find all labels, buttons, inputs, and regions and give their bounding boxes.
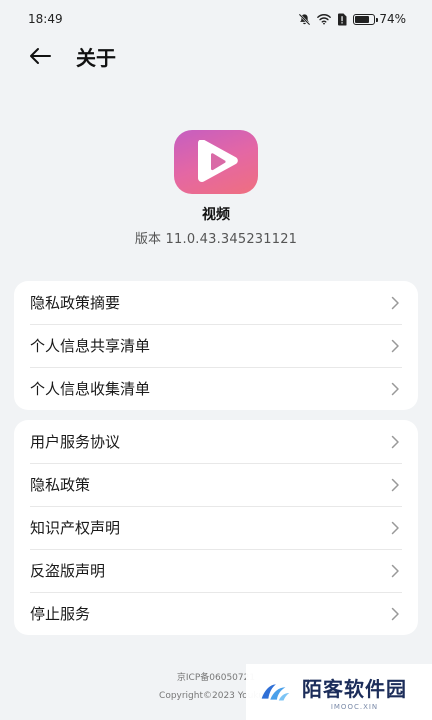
status-bar: 18:49 74% bbox=[0, 0, 432, 38]
chevron-right-icon bbox=[391, 435, 399, 448]
row-label: 用户服务协议 bbox=[30, 433, 121, 451]
chevron-right-icon bbox=[391, 478, 399, 491]
info-card: 隐私政策摘要 个人信息共享清单 个人信息收集清单 bbox=[14, 281, 418, 410]
row-info-sharing-list[interactable]: 个人信息共享清单 bbox=[14, 324, 418, 367]
row-label: 知识产权声明 bbox=[30, 519, 121, 537]
watermark-subtitle: IMOOC.XIN bbox=[330, 703, 379, 711]
battery-fill bbox=[355, 15, 369, 23]
mute-bell-icon bbox=[298, 13, 311, 25]
chevron-right-icon bbox=[391, 382, 399, 395]
app-name: 视频 bbox=[202, 207, 230, 223]
watermark: 陌客软件园 IMOOC.XIN bbox=[246, 664, 432, 720]
row-label: 隐私政策摘要 bbox=[30, 294, 121, 312]
watermark-text: 陌客软件园 IMOOC.XIN bbox=[302, 673, 407, 711]
back-button[interactable] bbox=[28, 42, 56, 70]
chevron-right-icon bbox=[391, 564, 399, 577]
battery-icon bbox=[353, 13, 379, 25]
chevron-right-icon bbox=[391, 296, 399, 309]
row-anti-piracy[interactable]: 反盗版声明 bbox=[14, 549, 418, 592]
battery-percent: 74% bbox=[379, 12, 406, 26]
row-stop-service[interactable]: 停止服务 bbox=[14, 592, 418, 635]
status-time: 18:49 bbox=[28, 12, 63, 26]
wifi-icon bbox=[317, 14, 332, 25]
row-label: 隐私政策 bbox=[30, 476, 91, 494]
sim-alert-icon bbox=[338, 13, 347, 25]
status-icons: 74% bbox=[298, 12, 406, 26]
title-bar: 关于 bbox=[0, 38, 432, 74]
row-label: 个人信息共享清单 bbox=[30, 337, 151, 355]
row-info-collection-list[interactable]: 个人信息收集清单 bbox=[14, 367, 418, 410]
play-icon bbox=[198, 140, 238, 183]
row-privacy-summary[interactable]: 隐私政策摘要 bbox=[14, 281, 418, 324]
battery-indicator: 74% bbox=[353, 12, 406, 26]
arrow-left-icon[interactable] bbox=[28, 47, 52, 65]
chevron-right-icon bbox=[391, 521, 399, 534]
row-label: 个人信息收集清单 bbox=[30, 380, 151, 398]
row-label: 反盗版声明 bbox=[30, 562, 106, 580]
row-privacy-policy[interactable]: 隐私政策 bbox=[14, 463, 418, 506]
about-screen: 18:49 74% 关于 视频 版本 11.0.43.345231121 隐私政… bbox=[0, 0, 432, 720]
page-title: 关于 bbox=[76, 45, 116, 70]
chevron-right-icon bbox=[391, 339, 399, 352]
app-icon bbox=[174, 130, 258, 194]
watermark-logo-icon bbox=[261, 684, 290, 701]
chevron-right-icon bbox=[391, 607, 399, 620]
icp-number[interactable]: 京ICP备06050721 bbox=[177, 670, 255, 683]
app-version: 版本 11.0.43.345231121 bbox=[134, 232, 298, 247]
row-label: 停止服务 bbox=[30, 605, 91, 623]
watermark-title: 陌客软件园 bbox=[302, 677, 407, 701]
legal-card: 用户服务协议 隐私政策 知识产权声明 反盗版声明 停止服务 bbox=[14, 420, 418, 635]
app-info: 视频 版本 11.0.43.345231121 bbox=[0, 130, 432, 247]
row-user-agreement[interactable]: 用户服务协议 bbox=[14, 420, 418, 463]
row-ip-statement[interactable]: 知识产权声明 bbox=[14, 506, 418, 549]
